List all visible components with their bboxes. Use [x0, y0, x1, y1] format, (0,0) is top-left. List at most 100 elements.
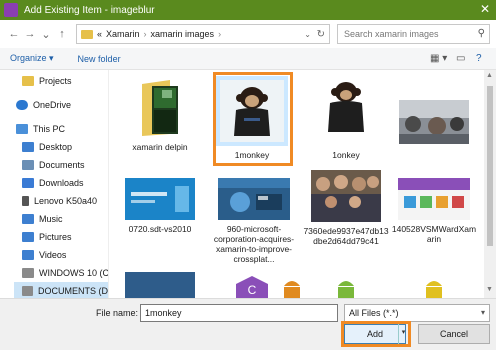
file-label: 960-microsoft-corporation-acquires-xamar…	[213, 224, 295, 264]
sidebar-item-projects[interactable]: Projects	[22, 72, 72, 90]
sidebar-item-lenovo[interactable]: Lenovo K50a40	[22, 192, 97, 210]
back-arrow-icon[interactable]: ←	[6, 25, 22, 43]
android-icon	[334, 274, 358, 298]
sidebar-item-downloads[interactable]: Downloads	[22, 174, 84, 192]
search-placeholder: Search xamarin images	[344, 29, 439, 39]
folder-icon	[81, 29, 93, 39]
desktop-icon	[22, 142, 34, 152]
file-item-140528vsmward[interactable]: 140528VSMWardXamarin	[391, 178, 477, 244]
sidebar-item-desktop[interactable]: Desktop	[22, 138, 72, 156]
help-icon[interactable]: ?	[476, 53, 482, 64]
file-item-partial[interactable]	[303, 274, 389, 298]
image-thumbnail	[125, 272, 195, 298]
sidebar-item-label: Pictures	[39, 232, 72, 242]
file-item-0720-sdt-vs2010[interactable]: 0720.sdt-vs2010	[117, 178, 203, 234]
file-label: 140528VSMWardXamarin	[391, 224, 477, 244]
search-input[interactable]: Search xamarin images ⚲	[337, 24, 490, 44]
forward-arrow-icon[interactable]: →	[22, 25, 38, 43]
sidebar-item-drive-c[interactable]: WINDOWS 10 (C	[22, 264, 108, 282]
file-type-value: All Files (*.*)	[349, 308, 399, 318]
sidebar-item-label: Projects	[39, 76, 72, 86]
image-thumbnail	[218, 178, 290, 220]
sidebar-item-documents[interactable]: Documents	[22, 156, 85, 174]
navigation-pane: Projects OneDrive This PC Desktop Docume…	[0, 70, 108, 298]
file-label: 0720.sdt-vs2010	[128, 224, 192, 234]
recent-locations-icon[interactable]: ⌄	[38, 25, 54, 43]
sidebar-item-label: Videos	[39, 250, 67, 260]
organize-button[interactable]: Organize ▾	[10, 53, 54, 64]
sidebar-item-label: Downloads	[39, 178, 84, 188]
file-item-600-441817806[interactable]: 600_441817806	[391, 76, 477, 144]
cancel-button[interactable]: Cancel	[418, 324, 490, 344]
pictures-icon	[22, 232, 34, 242]
sidebar-item-label: Music	[39, 214, 63, 224]
file-type-select[interactable]: All Files (*.*) ▾	[344, 304, 490, 322]
up-arrow-icon[interactable]: ↑	[54, 25, 70, 43]
music-icon	[22, 214, 34, 224]
image-thumbnail	[399, 76, 469, 146]
sidebar-item-label: WINDOWS 10 (C	[39, 268, 108, 278]
scroll-down-icon[interactable]: ▼	[486, 286, 493, 293]
search-icon: ⚲	[477, 28, 485, 39]
videos-icon	[22, 250, 34, 260]
phone-icon	[22, 196, 29, 206]
drive-icon	[22, 286, 33, 296]
breadcrumb-xamarin[interactable]: Xamarin	[106, 29, 140, 39]
navigation-row: ← → ⌄ ↑ « Xamarin › xamarin images › ⌄ ↻…	[0, 20, 496, 48]
sidebar-item-this-pc[interactable]: This PC	[16, 120, 65, 138]
sidebar-item-label: This PC	[33, 124, 66, 134]
sidebar-item-label: Documents	[39, 160, 85, 170]
sidebar-item-label: OneDrive	[33, 100, 72, 110]
visual-studio-icon	[4, 3, 18, 17]
file-item-7360ede[interactable]: 7360ede9937e47db13dbe2d64dd79c41	[303, 170, 389, 246]
file-name-label: File name:	[96, 308, 139, 318]
file-item-xamarin-delpin[interactable]: xamarin delpin	[117, 76, 203, 152]
breadcrumb-xamarin-images[interactable]: xamarin images	[151, 29, 215, 39]
sidebar-item-videos[interactable]: Videos	[22, 246, 66, 264]
sidebar-item-label: Lenovo K50a40	[34, 196, 98, 206]
scroll-up-icon[interactable]: ▲	[486, 72, 493, 79]
selection-highlight	[213, 72, 293, 166]
cloud-icon	[16, 100, 28, 110]
sidebar-item-onedrive[interactable]: OneDrive	[16, 96, 71, 114]
scrollbar-thumb[interactable]	[487, 86, 493, 246]
file-name-input[interactable]: 1monkey	[140, 304, 338, 322]
sidebar-item-label: DOCUMENTS (D	[38, 286, 108, 296]
downloads-icon	[22, 178, 34, 188]
title-bar: Add Existing Item - imageblur ✕	[0, 0, 496, 20]
command-bar: Organize ▾ New folder ▦ ▾ ▭ ?	[0, 48, 496, 70]
dialog-footer: File name: 1monkey All Files (*.*) ▾ Add…	[0, 298, 496, 350]
new-folder-button[interactable]: New folder	[78, 54, 121, 64]
file-label: 1onkey	[332, 150, 360, 160]
folder-icon	[22, 76, 34, 86]
android-icon	[280, 274, 304, 298]
refresh-icon[interactable]: ↻	[317, 29, 325, 40]
file-label: 7360ede9937e47db13dbe2d64dd79c41	[303, 226, 389, 246]
sidebar-item-drive-d[interactable]: DOCUMENTS (D	[14, 282, 108, 298]
sidebar-item-pictures[interactable]: Pictures	[22, 228, 72, 246]
add-button-highlight	[341, 321, 411, 347]
drive-icon	[22, 268, 34, 278]
address-prefix: «	[97, 29, 103, 39]
image-thumbnail	[314, 76, 378, 146]
chevron-right-icon: ›	[143, 29, 147, 39]
folder-icon	[140, 76, 180, 138]
documents-icon	[22, 160, 34, 170]
sidebar-item-music[interactable]: Music	[22, 210, 63, 228]
view-options-icon[interactable]: ▦ ▾	[430, 53, 447, 64]
chevron-down-icon: ▾	[480, 308, 485, 317]
chevron-right-icon: ›	[218, 29, 222, 39]
file-item-1onkey[interactable]: 1onkey	[303, 76, 389, 160]
address-bar[interactable]: « Xamarin › xamarin images › ⌄ ↻	[76, 24, 330, 44]
window-title: Add Existing Item - imageblur	[24, 4, 155, 16]
computer-icon	[16, 124, 28, 134]
preview-pane-icon[interactable]: ▭	[456, 53, 465, 64]
file-item-partial[interactable]	[117, 272, 203, 298]
vertical-scrollbar[interactable]: ▲ ▼	[484, 70, 496, 298]
image-thumbnail	[125, 178, 195, 220]
file-item-960-microsoft[interactable]: 960-microsoft-corporation-acquires-xamar…	[209, 178, 299, 264]
file-list: xamarin delpin 1monkey 1onkey 0720.sdt-v…	[108, 70, 484, 298]
close-icon[interactable]: ✕	[480, 2, 490, 16]
file-item-partial[interactable]	[391, 274, 477, 298]
chevron-down-icon[interactable]: ⌄	[304, 30, 311, 39]
